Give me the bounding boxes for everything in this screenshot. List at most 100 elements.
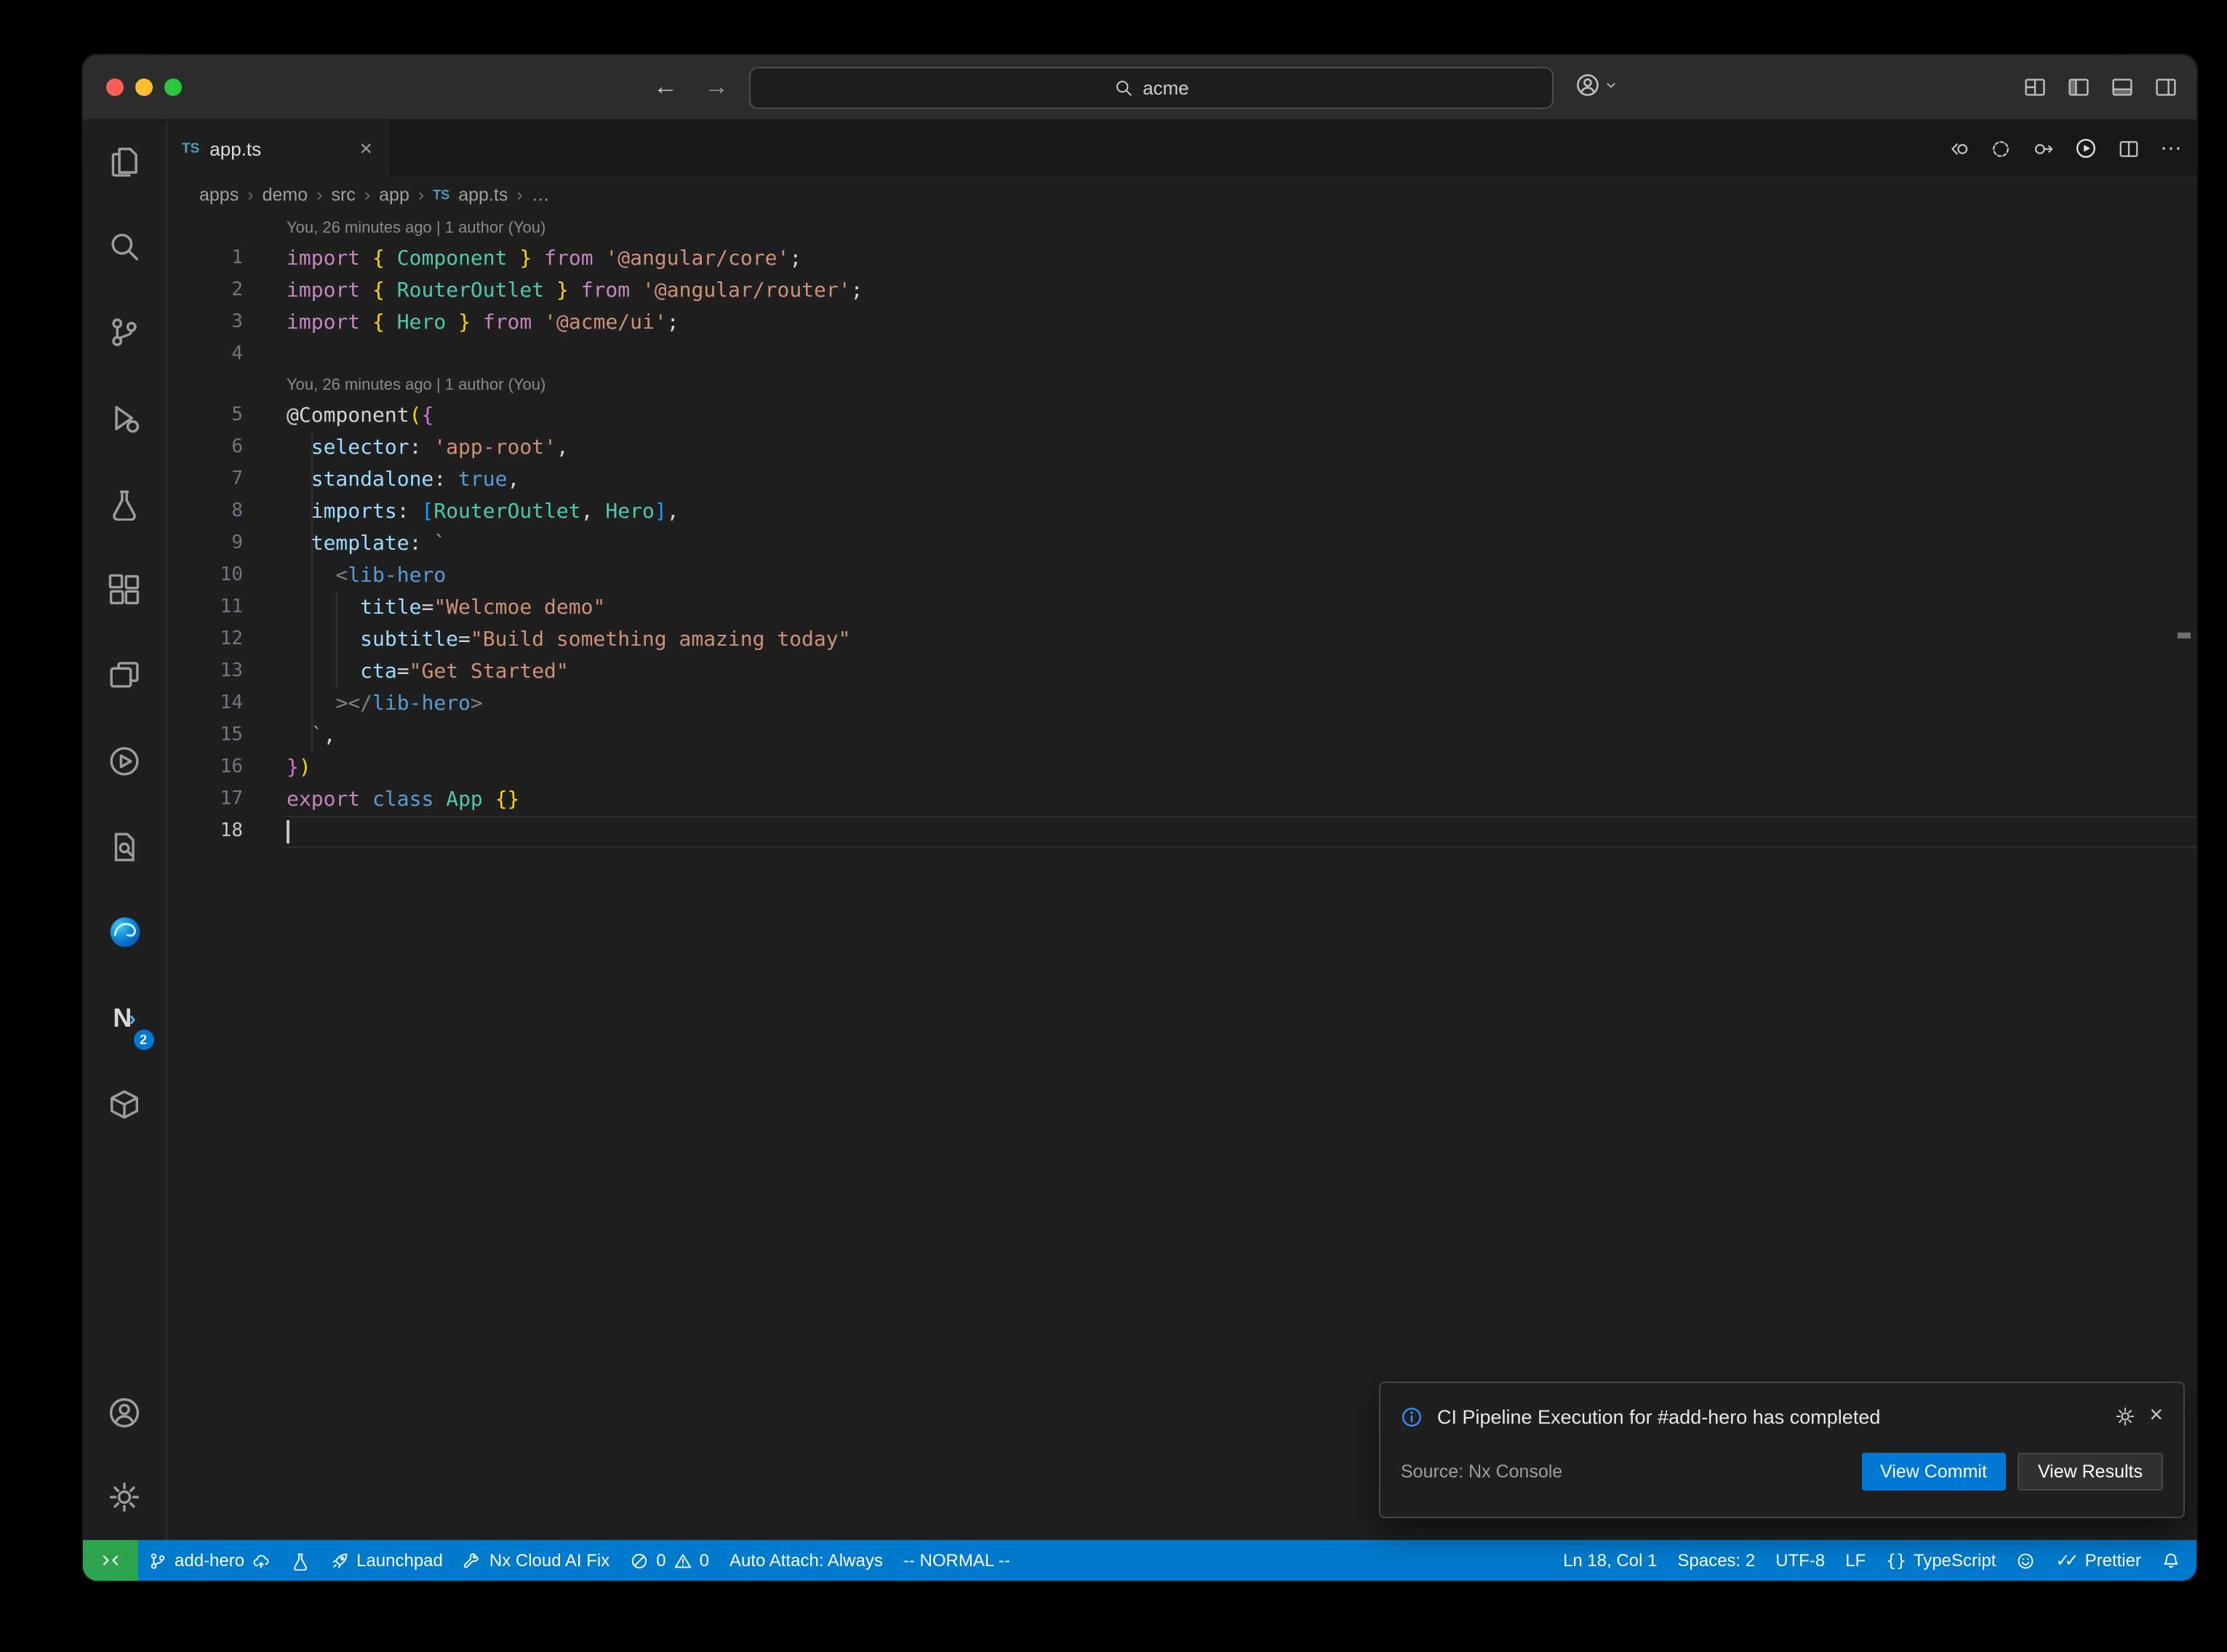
line-number[interactable]: 11 <box>167 592 287 624</box>
settings-gear-icon[interactable] <box>89 1461 159 1531</box>
tab-app-ts[interactable]: TS app.ts × <box>167 121 388 176</box>
line-number[interactable]: 13 <box>167 656 287 688</box>
feedback-item[interactable] <box>2006 1540 2045 1581</box>
code-line-content[interactable]: import { Component } from '@angular/core… <box>287 243 2196 275</box>
code-line-content[interactable]: template: ` <box>287 528 2196 560</box>
code-editor[interactable]: You, 26 minutes ago | 1 author (You)1imp… <box>167 214 2196 1540</box>
breadcrumb-item[interactable]: apps <box>199 185 239 205</box>
close-window-button[interactable] <box>106 79 124 96</box>
code-line-content[interactable]: @Component({ <box>287 400 2196 432</box>
accounts-icon[interactable] <box>89 1377 159 1447</box>
run-debug-icon[interactable] <box>89 382 159 452</box>
code-line[interactable]: 6 selector: 'app-root', <box>167 432 2196 464</box>
code-line-content[interactable]: `, <box>287 720 2196 752</box>
line-number[interactable]: 10 <box>167 560 287 592</box>
line-number[interactable]: 1 <box>167 243 287 275</box>
eol-item[interactable]: LF <box>1835 1540 1876 1581</box>
launchpad-item[interactable]: Launchpad <box>320 1540 453 1581</box>
test-status-item[interactable] <box>281 1540 320 1581</box>
vim-mode-item[interactable]: -- NORMAL -- <box>893 1540 1020 1581</box>
notification-settings-gear-icon[interactable] <box>2114 1406 2135 1427</box>
code-line[interactable]: 18 <box>167 816 2196 848</box>
dashed-circle-button[interactable] <box>1990 137 2012 159</box>
code-line[interactable]: 17export class App {} <box>167 784 2196 816</box>
run-target-icon[interactable] <box>89 726 159 795</box>
split-editor-button[interactable] <box>2118 137 2140 159</box>
navigate-back-button[interactable]: ← <box>653 73 678 102</box>
problems-item[interactable]: 0 0 <box>620 1540 719 1581</box>
close-tab-button[interactable]: × <box>359 136 372 161</box>
code-line-content[interactable]: subtitle="Build something amazing today" <box>287 624 2196 656</box>
explorer-icon[interactable] <box>89 125 159 195</box>
code-line[interactable]: 16}) <box>167 752 2196 784</box>
nx-console-icon[interactable]: N› 2 <box>89 983 159 1053</box>
file-search-icon[interactable] <box>89 811 159 881</box>
edge-browser-icon[interactable] <box>89 897 159 967</box>
line-number[interactable]: 15 <box>167 720 287 752</box>
code-line-content[interactable]: <lib-hero <box>287 560 2196 592</box>
line-number[interactable]: 18 <box>167 816 287 848</box>
code-line-content[interactable] <box>287 816 2196 848</box>
code-line[interactable]: 13 cta="Get Started" <box>167 656 2196 688</box>
customize-layout-button[interactable] <box>2023 76 2047 99</box>
toggle-primary-sidebar-button[interactable] <box>2067 76 2090 99</box>
auto-attach-item[interactable]: Auto Attach: Always <box>719 1540 893 1581</box>
git-branch-item[interactable]: add-hero <box>138 1540 281 1581</box>
encoding-item[interactable]: UTF-8 <box>1765 1540 1835 1581</box>
code-line[interactable]: 7 standalone: true, <box>167 464 2196 496</box>
code-line-content[interactable] <box>287 339 2196 371</box>
testing-icon[interactable] <box>89 468 159 538</box>
line-number[interactable]: 6 <box>167 432 287 464</box>
code-line-content[interactable]: selector: 'app-root', <box>287 432 2196 464</box>
view-commit-button[interactable]: View Commit <box>1861 1453 2006 1491</box>
search-icon[interactable] <box>89 211 159 281</box>
toggle-panel-button[interactable] <box>2111 76 2134 99</box>
prettier-item[interactable]: ✓✓ Prettier <box>2045 1540 2151 1581</box>
line-number[interactable]: 12 <box>167 624 287 656</box>
next-change-button[interactable] <box>2032 137 2054 159</box>
breadcrumb-item[interactable]: app.ts <box>458 185 508 205</box>
code-line-content[interactable]: standalone: true, <box>287 464 2196 496</box>
nx-cloud-fix-item[interactable]: Nx Cloud AI Fix <box>453 1540 620 1581</box>
line-number[interactable]: 16 <box>167 752 287 784</box>
line-number[interactable]: 8 <box>167 496 287 528</box>
breadcrumb-item[interactable]: demo <box>263 185 308 205</box>
line-number[interactable]: 7 <box>167 464 287 496</box>
code-line[interactable]: 10 <lib-hero <box>167 560 2196 592</box>
breadcrumb-item[interactable]: src <box>331 185 355 205</box>
command-center-search[interactable]: acme <box>749 67 1554 109</box>
code-line-content[interactable]: imports: [RouterOutlet, Hero], <box>287 496 2196 528</box>
breadcrumb-item[interactable]: … <box>532 185 550 205</box>
code-line-content[interactable]: cta="Get Started" <box>287 656 2196 688</box>
indentation-item[interactable]: Spaces: 2 <box>1668 1540 1766 1581</box>
code-line[interactable]: 11 title="Welcmoe demo" <box>167 592 2196 624</box>
notifications-item[interactable] <box>2151 1540 2196 1581</box>
remote-indicator[interactable] <box>83 1540 138 1581</box>
language-mode-item[interactable]: {} TypeScript <box>1876 1540 2006 1581</box>
code-line[interactable]: 5@Component({ <box>167 400 2196 432</box>
more-actions-button[interactable]: ⋯ <box>2160 135 2182 161</box>
code-line[interactable]: 8 imports: [RouterOutlet, Hero], <box>167 496 2196 528</box>
code-line[interactable]: 4 <box>167 339 2196 371</box>
line-number[interactable]: 2 <box>167 275 287 307</box>
toggle-secondary-sidebar-button[interactable] <box>2154 76 2178 99</box>
run-file-button[interactable] <box>2074 137 2098 160</box>
code-line[interactable]: 12 subtitle="Build something amazing tod… <box>167 624 2196 656</box>
breadcrumb-item[interactable]: app <box>379 185 409 205</box>
code-line[interactable]: 3import { Hero } from '@acme/ui'; <box>167 307 2196 339</box>
code-line-content[interactable]: ></lib-hero> <box>287 688 2196 720</box>
code-line-content[interactable]: export class App {} <box>287 784 2196 816</box>
line-number[interactable]: 4 <box>167 339 287 371</box>
zoom-window-button[interactable] <box>164 79 182 96</box>
code-line-content[interactable]: import { Hero } from '@acme/ui'; <box>287 307 2196 339</box>
account-button[interactable] <box>1575 73 1619 97</box>
code-line[interactable]: 15 `, <box>167 720 2196 752</box>
source-control-icon[interactable] <box>89 297 159 366</box>
code-line-content[interactable]: title="Welcmoe demo" <box>287 592 2196 624</box>
line-number[interactable]: 17 <box>167 784 287 816</box>
package-icon[interactable] <box>89 1069 159 1139</box>
extensions-icon[interactable] <box>89 554 159 624</box>
code-line[interactable]: 1import { Component } from '@angular/cor… <box>167 243 2196 275</box>
line-number[interactable]: 14 <box>167 688 287 720</box>
code-line[interactable]: 14 ></lib-hero> <box>167 688 2196 720</box>
